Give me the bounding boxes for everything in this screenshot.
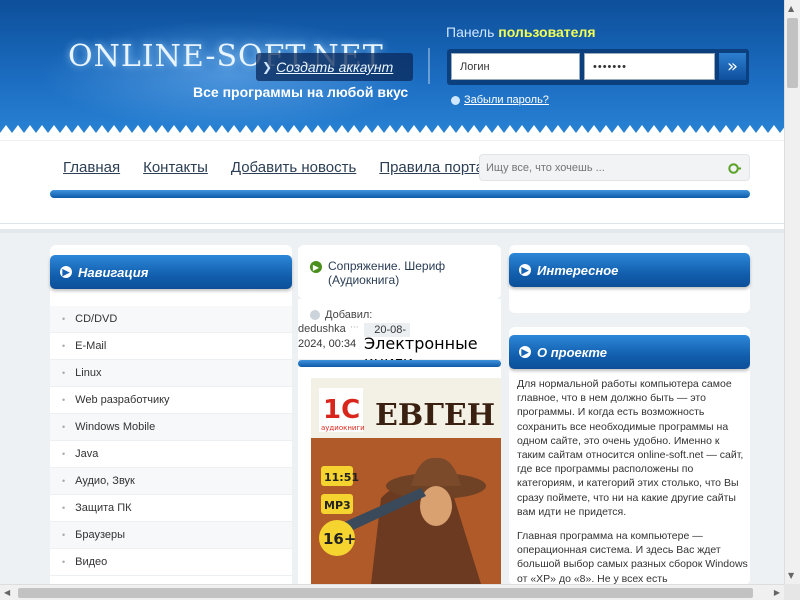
cover-duration: 11:51 (324, 471, 359, 484)
cover-title: ЕВГЕН (375, 398, 495, 433)
divider (0, 223, 784, 224)
cover-age-rating: 16+ (323, 530, 356, 548)
bullet-icon: • (62, 341, 66, 351)
login-submit-button[interactable]: » (719, 53, 746, 80)
scroll-left-icon[interactable]: ◀ (4, 588, 10, 597)
bullet-icon: • (62, 368, 66, 378)
cover-format: MP3 (324, 499, 351, 512)
right-sidebar: ▶ Интересное ▶ О проекте Для нормальной … (509, 245, 750, 585)
about-text: Для нормальной работы компьютера самое г… (509, 369, 750, 585)
password-field[interactable] (584, 53, 715, 80)
bullet-icon: • (62, 557, 66, 567)
sidebar-item-browsers[interactable]: • Браузеры (50, 522, 292, 549)
category-list: • CD/DVD • E-Mail • Linux • Web разработчику… (50, 306, 292, 576)
sidebar-item-cd-dvd[interactable]: • CD/DVD (50, 306, 292, 333)
create-account-link[interactable]: ❯ Создать аккаунт (256, 53, 413, 81)
nav-underline-bar (50, 190, 750, 198)
bullet-icon: • (62, 449, 66, 459)
forgot-password: Забыли пароль? (451, 94, 549, 106)
audiobook-cover-image[interactable]: 1С аудиокниги ЕВГЕН 11:51 MP3 16+ (311, 378, 501, 584)
site-header: ONLINE-SOFT.NET Все программы на любой в… (0, 0, 784, 140)
scroll-thumb[interactable] (18, 588, 753, 598)
sidebar-title: Навигация (78, 264, 149, 280)
nav-menu: Главная Контакты Добавить новость Правил… (63, 159, 501, 176)
sidebar-item-web-dev[interactable]: • Web разработчику (50, 387, 292, 414)
nav-item-contacts[interactable]: Контакты (143, 159, 208, 176)
site-slogan: Все программы на любой вкус (193, 84, 409, 100)
main-nav: Главная Контакты Добавить новость Правил… (0, 141, 784, 233)
sidebar-item-security[interactable]: • Защита ПК (50, 495, 292, 522)
sidebar-item-video[interactable]: • Видео (50, 549, 292, 576)
sidebar-header: ▶ Навигация (50, 255, 292, 289)
nav-item-add-news[interactable]: Добавить новость (231, 159, 356, 176)
scroll-thumb[interactable] (787, 18, 798, 88)
about-paragraph: Главная программа на компьютере — операц… (517, 530, 748, 585)
scroll-right-icon[interactable]: ▶ (774, 588, 780, 597)
separator: ··· (350, 323, 359, 333)
about-block: ▶ О проекте Для нормальной работы компью… (509, 327, 750, 585)
forgot-password-link[interactable]: Забыли пароль? (464, 94, 549, 106)
arrow-circle-icon: ▶ (60, 266, 72, 278)
sidebar-item-email[interactable]: • E-Mail (50, 333, 292, 360)
horizontal-scrollbar[interactable]: ◀ ▶ (0, 584, 784, 600)
about-header: ▶ О проекте (509, 335, 750, 369)
bullet-icon: • (62, 395, 66, 405)
scroll-down-icon[interactable]: ▼ (788, 571, 794, 580)
sidebar-item-linux[interactable]: • Linux (50, 360, 292, 387)
news-divider-bar (298, 360, 501, 367)
svg-text:1С: 1С (323, 395, 360, 425)
news-body: 1С аудиокниги ЕВГЕН 11:51 MP3 16+ (298, 367, 501, 587)
search-box (479, 154, 750, 181)
arrow-circle-icon: ▶ (310, 261, 322, 273)
search-go-icon[interactable] (727, 161, 742, 176)
bullet-icon (451, 95, 460, 105)
sidebar-item-java[interactable]: • Java (50, 441, 292, 468)
sidebar-item-audio[interactable]: • Аудио, Звук (50, 468, 292, 495)
header-divider (428, 48, 430, 84)
vertical-scrollbar[interactable]: ▲ ▼ (784, 0, 800, 584)
search-input[interactable] (486, 158, 721, 178)
interesting-header: ▶ Интересное (509, 253, 750, 287)
news-header: ▶ Сопряжение. Шериф (Аудиокнига) (298, 245, 501, 299)
divider (0, 229, 784, 233)
login-field[interactable] (451, 53, 580, 80)
cover-brand: аудиокниги (321, 424, 365, 432)
scroll-up-icon[interactable]: ▲ (788, 4, 794, 13)
chevron-right-icon: ❯ (262, 60, 273, 74)
sidebar-item-windows-mobile[interactable]: • Windows Mobile (50, 414, 292, 441)
create-account-label: Создать аккаунт (276, 59, 394, 75)
scrollbar-corner (784, 584, 800, 600)
news-author[interactable]: dedushka (298, 323, 346, 335)
user-panel-title: Панель пользователя (446, 24, 596, 40)
sidebar-navigation: ▶ Навигация • CD/DVD • E-Mail • Linux • Web … (50, 245, 292, 585)
double-chevron-right-icon: » (726, 56, 738, 77)
interesting-block: ▶ Интересное (509, 245, 750, 313)
login-form: » (447, 49, 749, 85)
about-paragraph: Для нормальной работы компьютера самое г… (517, 378, 744, 518)
header-zigzag-edge (0, 125, 784, 140)
bullet-icon: • (62, 422, 66, 432)
about-title: О проекте (537, 344, 607, 360)
news-title[interactable]: Сопряжение. Шериф (Аудиокнига) (328, 259, 493, 299)
arrow-circle-icon: ▶ (519, 264, 531, 276)
bullet-icon: • (62, 476, 66, 486)
bullet-icon: • (62, 530, 66, 540)
info-icon (310, 310, 320, 320)
bullet-icon: • (62, 503, 66, 513)
news-column: ▶ Сопряжение. Шериф (Аудиокнига) Добавил… (298, 245, 501, 587)
interesting-title: Интересное (537, 262, 619, 278)
nav-item-home[interactable]: Главная (63, 159, 120, 176)
added-by: Добавил: (310, 309, 372, 321)
bullet-icon: • (62, 314, 66, 324)
arrow-circle-icon: ▶ (519, 346, 531, 358)
